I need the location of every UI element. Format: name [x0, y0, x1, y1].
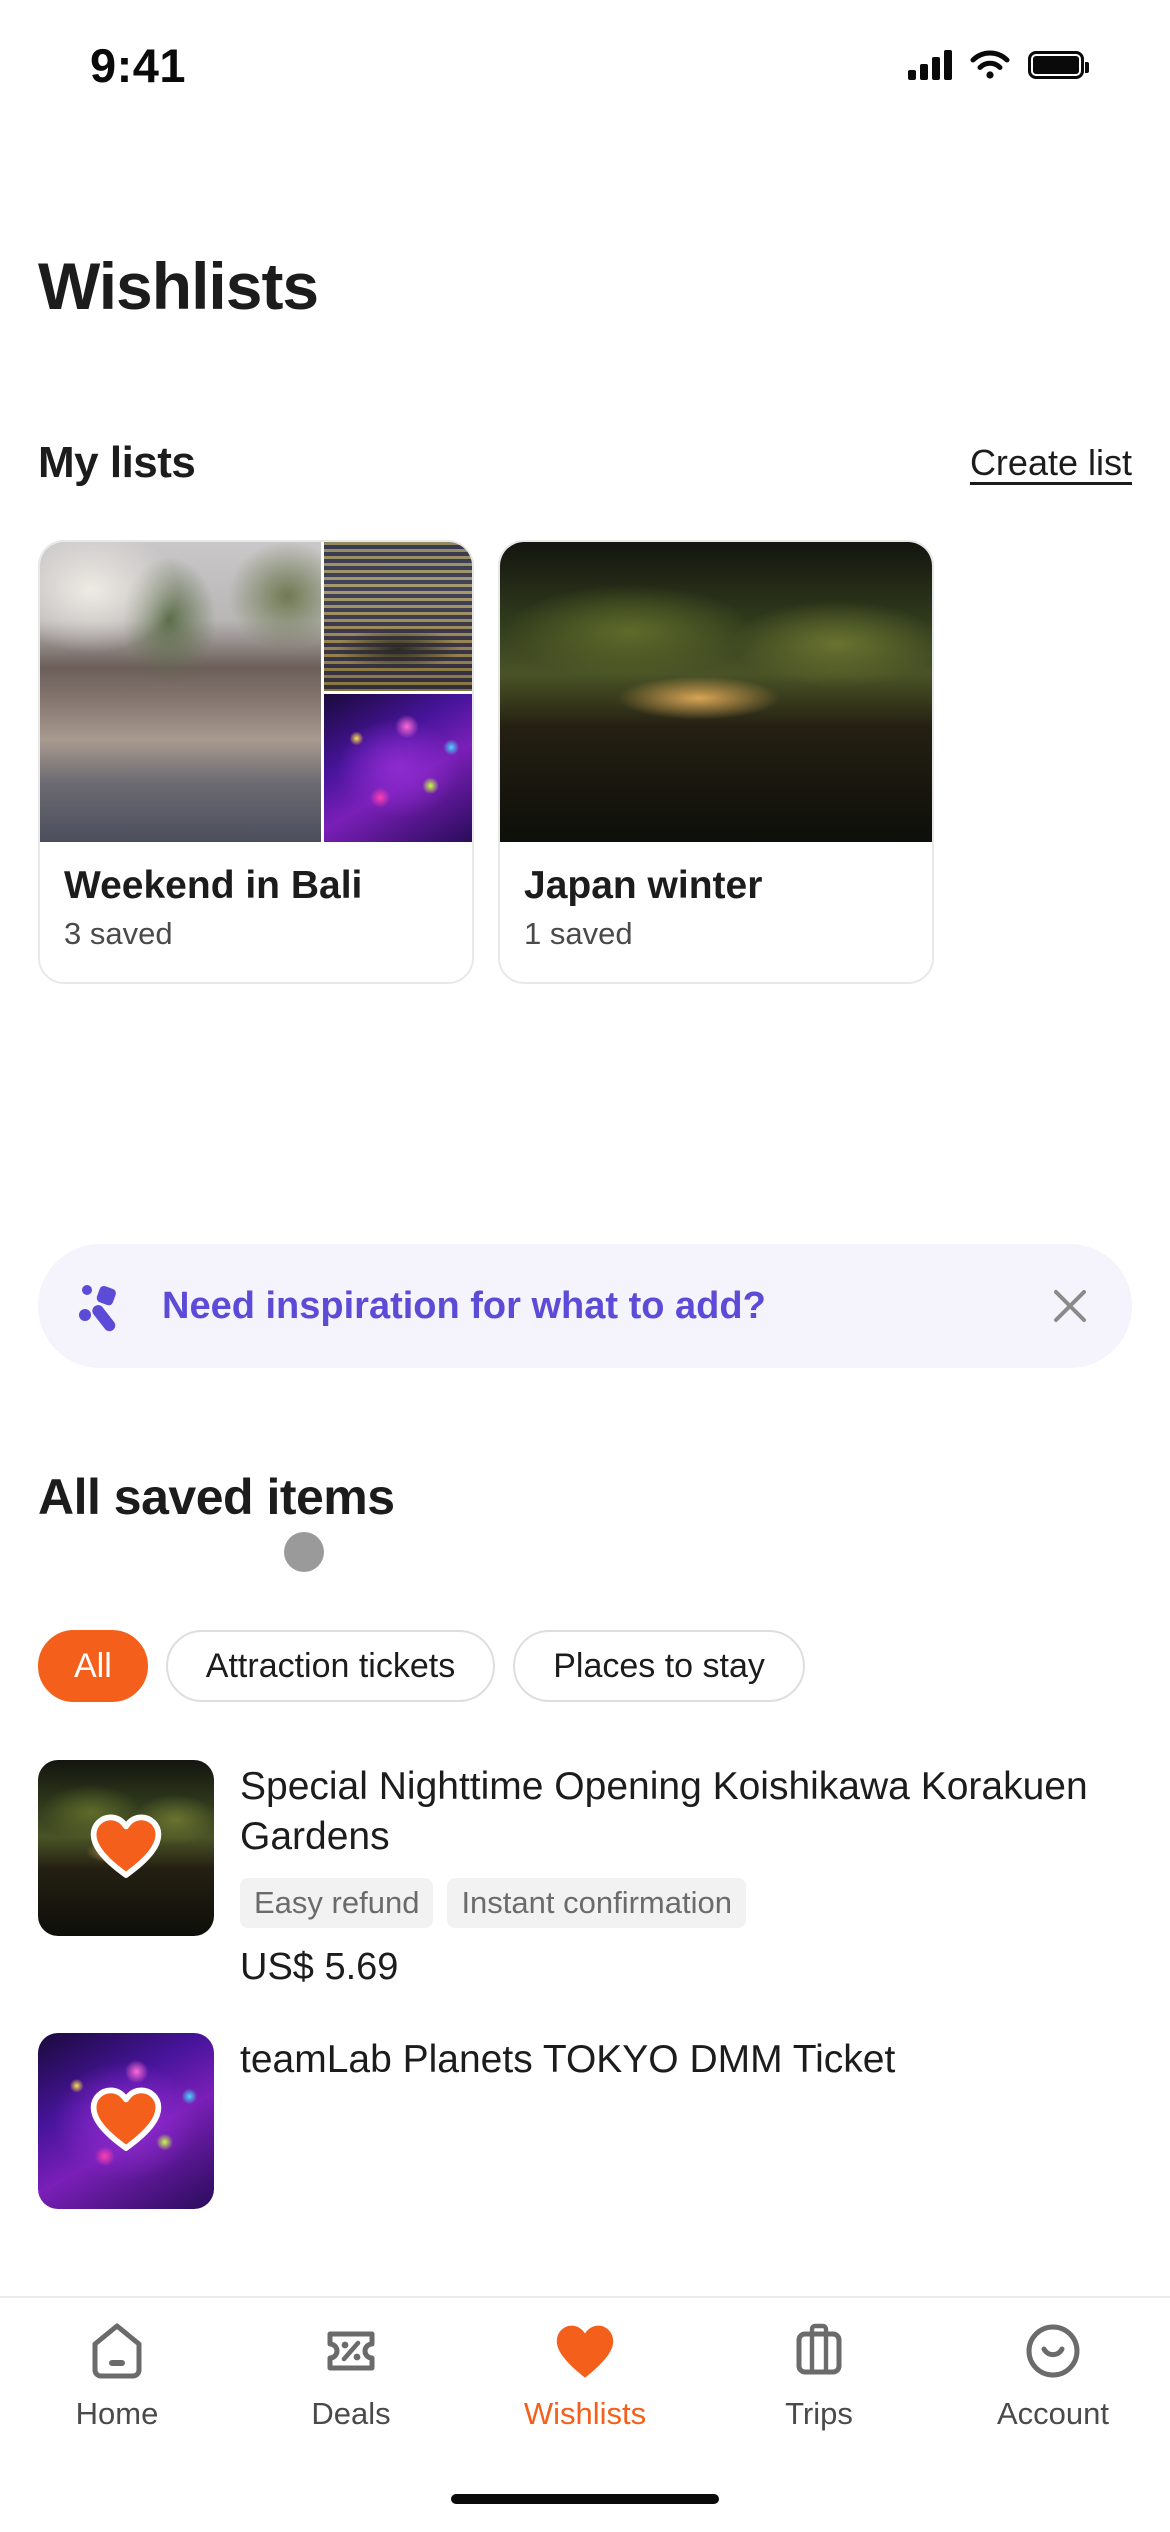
- saved-items-list: Special Nighttime Opening Koishikawa Kor…: [38, 1760, 1132, 2253]
- wishlist-card-title: Weekend in Bali: [64, 864, 363, 907]
- status-bar-indicators: [908, 50, 1089, 80]
- list-item-thumbnail: [38, 2032, 214, 2209]
- battery-icon: [1028, 51, 1089, 79]
- list-item-title: Special Nighttime Opening Koishikawa Kor…: [240, 1765, 1088, 1858]
- tab-label: Trips: [785, 2396, 853, 2431]
- inspiration-banner[interactable]: Need inspiration for what to add?: [38, 1244, 1132, 1368]
- list-item[interactable]: Special Nighttime Opening Koishikawa Kor…: [38, 1760, 1132, 1989]
- smiley-face-icon: [1024, 2320, 1082, 2382]
- home-icon: [89, 2320, 145, 2382]
- card-image-primary: [40, 542, 321, 842]
- wishlist-card[interactable]: Weekend in Bali 3 saved: [38, 540, 474, 984]
- cursor-indicator: [284, 1532, 324, 1572]
- tab-home[interactable]: Home: [0, 2320, 234, 2432]
- wishlist-card-images: [40, 542, 472, 842]
- page-title: Wishlists: [38, 249, 319, 323]
- status-bar: 9:41: [0, 0, 1170, 130]
- tab-deals[interactable]: Deals: [234, 2320, 468, 2432]
- suitcase-icon: [792, 2320, 846, 2382]
- filter-chip-attraction-tickets[interactable]: Attraction tickets: [165, 1630, 496, 1702]
- heart-filled-icon[interactable]: [90, 1812, 162, 1884]
- ticket-percent-icon: [322, 2320, 380, 2382]
- list-item[interactable]: teamLab Planets TOKYO DMM Ticket: [38, 2032, 1132, 2209]
- tab-label: Home: [75, 2396, 159, 2431]
- tab-label: Deals: [311, 2396, 391, 2431]
- wishlist-card-count: 1 saved: [524, 916, 633, 951]
- wishlist-card[interactable]: Japan winter 1 saved: [498, 540, 934, 984]
- wishlist-card-body: Japan winter 1 saved: [500, 842, 932, 982]
- tab-account[interactable]: Account: [936, 2320, 1170, 2432]
- list-item-thumbnail: [38, 1760, 214, 1936]
- status-badge: Instant confirmation: [447, 1877, 746, 1928]
- tab-wishlists[interactable]: Wishlists: [468, 2320, 702, 2432]
- filter-chip-group[interactable]: All Attraction tickets Places to stay: [38, 1630, 805, 1702]
- list-item-info: teamLab Planets TOKYO DMM Ticket: [240, 2033, 1132, 2209]
- list-item-badges: Easy refund Instant confirmation: [240, 1877, 1132, 1928]
- my-lists-title: My lists: [38, 438, 196, 487]
- filter-chip-all[interactable]: All: [38, 1630, 148, 1702]
- my-lists-header: My lists Create list: [38, 438, 1132, 488]
- wishlist-card-title: Japan winter: [524, 864, 763, 907]
- filter-chip-places-to-stay[interactable]: Places to stay: [513, 1630, 805, 1702]
- card-image-secondary: [324, 542, 472, 691]
- wishlist-card-count: 3 saved: [64, 916, 173, 951]
- wishlist-card-carousel[interactable]: Weekend in Bali 3 saved Japan winter 1 s…: [38, 540, 934, 984]
- create-list-link[interactable]: Create list: [970, 442, 1132, 484]
- list-item-title: teamLab Planets TOKYO DMM Ticket: [240, 2037, 896, 2081]
- list-item-info: Special Nighttime Opening Koishikawa Kor…: [240, 1760, 1132, 1989]
- wishlist-card-images: [500, 542, 932, 842]
- magic-wand-icon: [68, 1271, 138, 1341]
- wifi-icon: [970, 50, 1010, 79]
- heart-icon: [554, 2320, 616, 2382]
- cellular-signal-icon: [908, 50, 952, 80]
- home-indicator: [451, 2494, 719, 2504]
- wishlist-card-body: Weekend in Bali 3 saved: [40, 842, 472, 982]
- tab-label: Account: [996, 2396, 1109, 2431]
- close-icon[interactable]: [1042, 1278, 1098, 1334]
- card-image-stack: [324, 542, 472, 842]
- inspiration-banner-text: Need inspiration for what to add?: [162, 1284, 766, 1327]
- tab-label: Wishlists: [523, 2396, 647, 2431]
- list-item-price: US$ 5.69: [240, 1945, 399, 1988]
- heart-filled-icon[interactable]: [90, 2085, 162, 2157]
- status-badge: Easy refund: [240, 1877, 434, 1928]
- card-image-tertiary: [324, 693, 472, 842]
- status-bar-time: 9:41: [90, 38, 187, 92]
- card-image-primary: [500, 542, 932, 842]
- app-screen: 9:41 Wishlists My lists Create list Week…: [0, 0, 1170, 2532]
- tab-trips[interactable]: Trips: [702, 2320, 936, 2432]
- all-saved-items-title: All saved items: [38, 1469, 395, 1525]
